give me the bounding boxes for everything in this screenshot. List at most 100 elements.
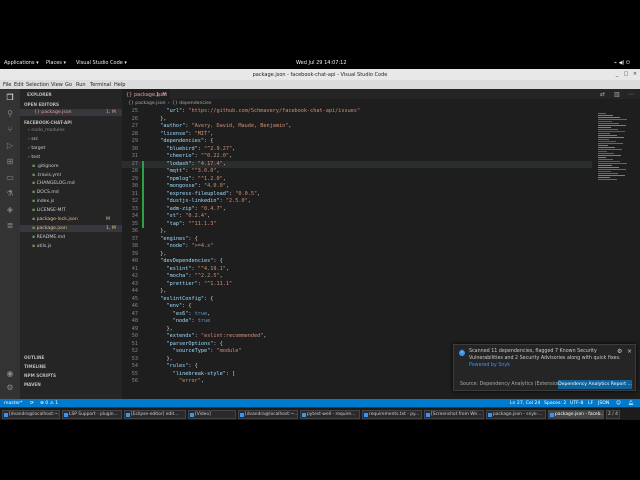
more-actions-icon[interactable]: ⋯	[628, 91, 634, 98]
system-tray[interactable]: ⌁ ◀) ⏻	[614, 60, 630, 66]
clock[interactable]: Wed Jul 29 14:07:12	[296, 60, 347, 66]
account-icon[interactable]: ◉	[4, 369, 16, 379]
tree-item[interactable]: › test	[28, 155, 40, 160]
source-control-icon[interactable]: ⑂	[4, 125, 16, 135]
tree-item[interactable]: ▪ utils.js	[32, 244, 51, 249]
open-editors-header[interactable]: OPEN EDITORS	[24, 102, 59, 107]
tree-item[interactable]: ▪ .gitignore	[32, 164, 59, 169]
tree-item[interactable]: ▪ index.js	[32, 199, 54, 204]
minimize-icon[interactable]: _	[614, 71, 620, 77]
npm-scripts-section[interactable]: NPM SCRIPTS	[24, 373, 56, 378]
code-text: "mqtt": "^3.0.0",	[166, 168, 220, 174]
gnome-top-bar: Applications ▾ Places ▾ Visual Studio Co…	[0, 57, 640, 69]
tree-item[interactable]: › target	[28, 146, 45, 151]
minimap-line	[598, 159, 613, 160]
active-app-menu[interactable]: Visual Studio Code ▾	[76, 60, 127, 66]
taskbar-window-button[interactable]: [Eclipse-editor] edit...	[124, 410, 186, 419]
compare-icon[interactable]: ⇄	[600, 91, 605, 98]
gutter-change-marker	[142, 213, 144, 221]
cursor-position[interactable]: Ln 27, Col 24	[510, 401, 540, 406]
outline-section[interactable]: OUTLINE	[24, 355, 44, 360]
menu-go[interactable]: Go	[65, 82, 72, 88]
search-icon[interactable]: ⚲	[4, 109, 16, 119]
taskbar-window-button[interactable]: [dvandra@localhost:~...	[2, 410, 60, 419]
taskbar-window-button[interactable]: package.json - faceb...	[548, 410, 604, 419]
breadcrumb-file[interactable]: {} package.json	[128, 101, 166, 106]
taskbar-label: [Video]	[195, 412, 211, 417]
remote-icon[interactable]: ▭	[4, 173, 16, 183]
code-line: 50 "extends": "eslint:recommended",	[122, 333, 592, 341]
notification-line-3[interactable]: Powered by Snyk	[469, 363, 510, 368]
menu-help[interactable]: Help	[114, 82, 125, 88]
menu-file[interactable]: File	[3, 82, 11, 88]
line-number: 27	[131, 123, 138, 129]
tree-item[interactable]: ▪ package.json	[32, 226, 67, 231]
maven-section[interactable]: MAVEN	[24, 382, 41, 387]
applications-menu[interactable]: Applications ▾	[4, 60, 39, 66]
minimap-line	[598, 157, 606, 158]
maximize-icon[interactable]: □	[623, 71, 629, 77]
taskbar-label: pytest-well - require...	[307, 412, 356, 417]
code-line: 37 "engines": {	[122, 236, 592, 244]
app-icon	[426, 412, 430, 417]
workspace-indicator[interactable]: 2 / 4	[606, 410, 620, 419]
notification-gear-icon[interactable]: ⚙	[617, 348, 622, 355]
tab-package-json[interactable]: {} package.json 1, M	[122, 89, 170, 99]
split-editor-icon[interactable]: ▥	[614, 91, 620, 98]
taskbar-window-button[interactable]: LSP Support - plugin...	[62, 410, 122, 419]
code-line: 40 "devDependencies": {	[122, 258, 592, 266]
menu-selection[interactable]: Selection	[26, 82, 49, 88]
menu-run[interactable]: Run	[76, 82, 86, 88]
open-editor-item[interactable]: {} package.json	[34, 110, 72, 115]
taskbar-window-button[interactable]: [Video]	[188, 410, 236, 419]
tree-item[interactable]: ▪ CHANGELOG.md	[32, 181, 75, 186]
tree-item[interactable]: ▪ README.md	[32, 235, 65, 240]
tree-item[interactable]: ▪ DOCS.md	[32, 190, 59, 195]
places-menu[interactable]: Places ▾	[46, 60, 66, 66]
tree-item[interactable]: › src	[28, 137, 38, 142]
bottom-letterbox	[0, 420, 640, 480]
close-icon[interactable]: ×	[632, 71, 638, 77]
tree-item[interactable]: ▪ .travis.yml	[32, 173, 61, 178]
notification-close-icon[interactable]: ×	[627, 348, 632, 355]
problems-indicator[interactable]: ⊗ 0 ⚠ 1	[40, 401, 58, 406]
breadcrumb-separator: ›	[168, 100, 170, 106]
branch-indicator[interactable]: master*	[4, 401, 23, 406]
app-icon	[240, 412, 244, 417]
tree-icon[interactable]: ≣	[4, 221, 16, 231]
taskbar-window-button[interactable]: requirements.txt - py...	[362, 410, 422, 419]
files-icon[interactable]: ❐	[4, 93, 16, 103]
timeline-section[interactable]: TIMELINE	[24, 364, 46, 369]
manage-gear-icon[interactable]: ⚙	[4, 383, 16, 393]
taskbar-window-button[interactable]: pytest-well - require...	[300, 410, 360, 419]
debug-icon[interactable]: ▷	[4, 141, 16, 151]
line-number: 44	[131, 288, 138, 294]
indentation[interactable]: Spaces: 2	[544, 401, 566, 406]
breadcrumb-symbol[interactable]: {} dependencies	[172, 101, 211, 106]
end-of-line[interactable]: LF	[588, 401, 593, 406]
tree-item[interactable]: › node_modules	[28, 128, 65, 133]
code-text: "eslintConfig": {	[160, 295, 214, 302]
taskbar-window-button[interactable]: package.json - snyk-...	[486, 410, 546, 419]
language-mode[interactable]: JSON	[598, 401, 609, 406]
tree-item[interactable]: ▪ package-lock.json	[32, 217, 78, 222]
code-text: },	[154, 115, 167, 122]
dependency-analytics-report-button[interactable]: Dependency Analytics Report ...	[558, 380, 632, 389]
tree-item-label: .travis.yml	[36, 172, 61, 178]
encoding[interactable]: UTF-8	[570, 401, 583, 406]
menu-view[interactable]: View	[51, 82, 63, 88]
tree-item[interactable]: ▪ LICENSE-MIT	[32, 208, 66, 213]
extensions-icon[interactable]: ⊞	[4, 157, 16, 167]
menu-edit[interactable]: Edit	[14, 82, 24, 88]
taskbar-window-button[interactable]: [dvandra@localhost:~...	[238, 410, 298, 419]
test-icon[interactable]: ⚗	[4, 189, 16, 199]
project-header[interactable]: FACEBOOK-CHAT-API	[24, 120, 72, 125]
code-text: "url": "https://github.com/Schmavery/fac…	[166, 108, 361, 114]
sync-icon[interactable]: ⟳	[30, 401, 34, 406]
line-number: 30	[131, 145, 138, 152]
feedback-icon[interactable]: ☺	[616, 401, 621, 406]
taskbar-window-button[interactable]: [Screenshot from We...	[424, 410, 484, 419]
notifications-bell-icon[interactable]: 🔔︎	[628, 401, 634, 406]
menu-terminal[interactable]: Terminal	[90, 82, 111, 88]
docker-icon[interactable]: ◈	[4, 205, 16, 215]
